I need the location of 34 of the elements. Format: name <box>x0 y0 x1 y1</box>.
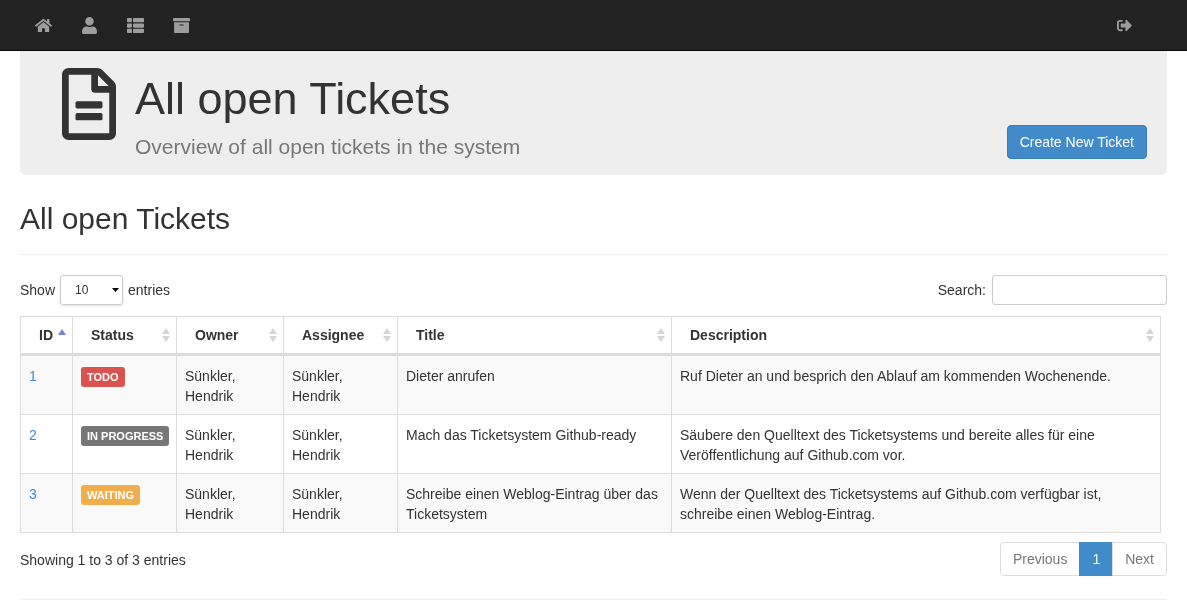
pagination-button[interactable]: 1 <box>1079 542 1114 576</box>
table-cell: Mach das Ticketsystem Github-ready <box>406 427 637 443</box>
table-cell: Säubere den Quelltext des Ticketsystems und bereite alles für eine Veröffentlichung auf Github.com vor. <box>680 427 1095 463</box>
table-cell: Schreibe einen Weblog-Eintrag über das Ticketsystem <box>406 486 658 522</box>
section-heading: All open Tickets <box>20 201 232 237</box>
entries-label: entries <box>128 280 171 300</box>
table-info: Showing 1 to 3 of 3 entries <box>20 551 186 570</box>
ticket-id-link[interactable]: 3 <box>29 486 37 502</box>
search-field[interactable] <box>992 275 1167 305</box>
table-cell: Sünkler, Hendrik <box>292 368 343 404</box>
create-ticket-button[interactable]: Create New Ticket <box>1006 125 1147 159</box>
ticket-id-link[interactable]: 2 <box>29 427 37 443</box>
entries-select[interactable]: 10 <box>60 275 124 305</box>
table-cell: Sünkler, Hendrik <box>185 427 236 463</box>
table-cell: Sünkler, Hendrik <box>185 368 236 404</box>
archive-box-icon[interactable] <box>173 16 190 34</box>
table-cell: Sünkler, Hendrik <box>292 427 343 463</box>
table-cell: Ruf Dieter an und besprich den Ablauf am kommenden Wochenende. <box>680 368 1111 384</box>
home-icon[interactable] <box>35 16 52 34</box>
status-label: WAITING <box>81 485 141 505</box>
show-label: Show <box>20 280 56 300</box>
sign-out-icon[interactable] <box>1117 17 1132 33</box>
table-cell: Wenn der Quelltext des Ticketsystems auf Github.com verfügbar ist, schreibe einen Weblog-Eintrag. <box>680 486 1102 522</box>
table-cell: Sünkler, Hendrik <box>185 486 236 522</box>
dropdown-caret-icon <box>112 288 120 292</box>
table-cell: Sünkler, Hendrik <box>292 486 343 522</box>
user-icon[interactable] <box>81 16 98 34</box>
page-subtitle: Overview of all open tickets in the system <box>135 134 521 160</box>
page-title: All open Tickets <box>135 72 452 126</box>
table-cell: Dieter anrufen <box>406 368 495 384</box>
status-label: IN PROGRESS <box>81 426 170 446</box>
search-label: Search: <box>937 280 986 300</box>
status-label: TODO <box>81 367 125 387</box>
list-icon[interactable] <box>127 16 144 34</box>
